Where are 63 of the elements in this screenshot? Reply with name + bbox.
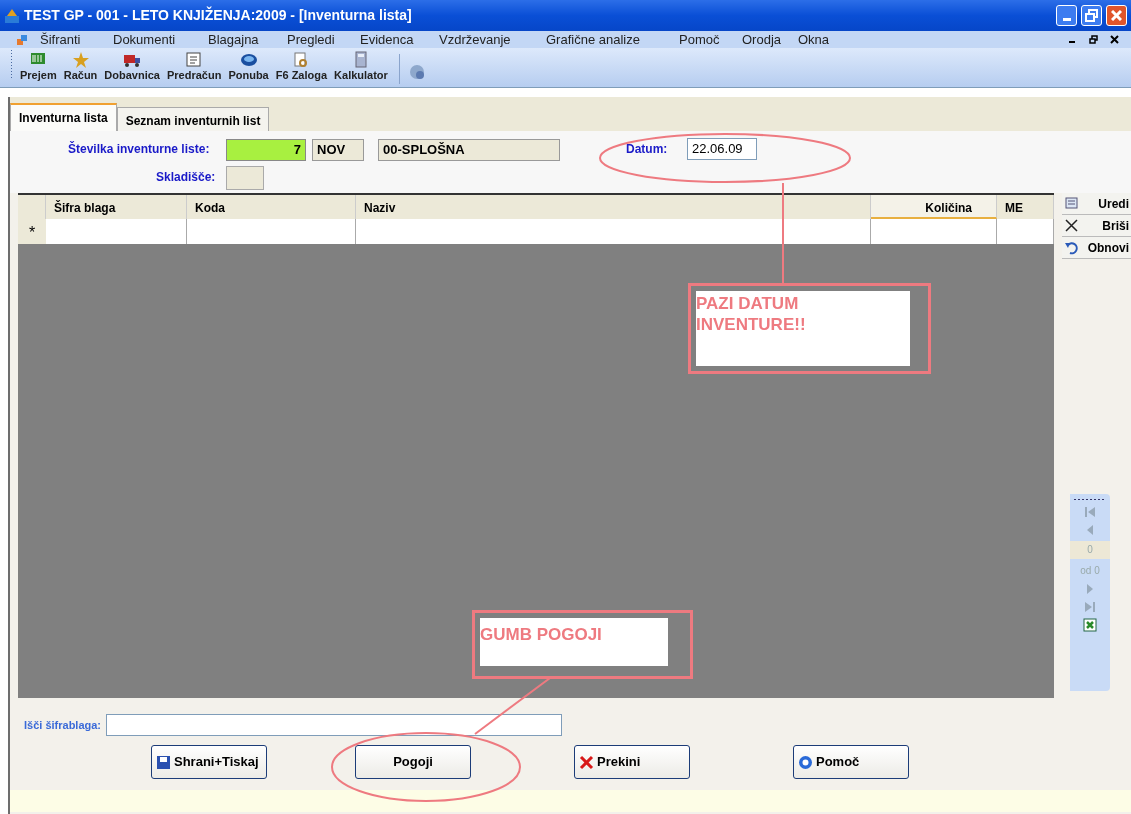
- close-button[interactable]: [1106, 5, 1127, 26]
- restore-icon: [1085, 9, 1098, 22]
- action-button[interactable]: Pomoč: [793, 745, 909, 779]
- column-header[interactable]: Količina: [871, 195, 997, 219]
- action-button[interactable]: Pogoji: [355, 745, 471, 779]
- callout-text: PAZI DATUM INVENTURE!!: [696, 291, 910, 366]
- record-position: 0: [1070, 541, 1110, 559]
- menu-item[interactable]: Okna: [798, 29, 838, 50]
- field-label: Številka inventurne liste:: [68, 140, 210, 158]
- tab[interactable]: Seznam inventurnih list: [116, 107, 270, 131]
- disc-icon: [238, 51, 259, 69]
- toolbar-button[interactable]: Kalkulator: [334, 51, 388, 82]
- menu-item[interactable]: Pomoč: [679, 29, 742, 50]
- menu-item[interactable]: Evidenca: [360, 29, 439, 50]
- toolbar-button[interactable]: Predračun: [166, 51, 222, 82]
- undo-arrow-icon: [1064, 240, 1079, 255]
- help-icon: [798, 754, 813, 770]
- record-total: od 0: [1079, 564, 1101, 578]
- minimize-icon: [1062, 18, 1071, 21]
- menu-item[interactable]: Grafične analize: [546, 29, 679, 50]
- cross-icon: [579, 754, 594, 770]
- toolbar-button[interactable]: Dobavnica: [104, 51, 160, 82]
- last-record-icon: [1084, 600, 1096, 614]
- action-button[interactable]: Prekini: [574, 745, 690, 779]
- restore-button[interactable]: [1081, 5, 1102, 26]
- search-field[interactable]: [106, 714, 563, 736]
- menu-item[interactable]: Šifranti: [40, 29, 113, 50]
- side-button[interactable]: Briši: [1062, 215, 1131, 237]
- menu-item[interactable]: Blagajna: [208, 29, 287, 50]
- close-icon: [1111, 10, 1122, 21]
- group-field: 00-SPLOŠNA: [378, 139, 560, 161]
- field-label: Datum:: [626, 141, 668, 158]
- window-title: TEST GP - 001 - LETO KNJIŽENJA:2009 - [Inventurna lista]: [24, 5, 413, 25]
- date-field[interactable]: 22.06.09: [687, 138, 757, 160]
- status-field: NOV: [312, 139, 364, 161]
- callout-text: GUMB POGOJI: [480, 618, 668, 666]
- app-icon: [4, 7, 20, 24]
- menu-item[interactable]: Orodja: [742, 29, 798, 50]
- edit-icon: [1064, 196, 1079, 211]
- tab[interactable]: Inventurna lista: [10, 103, 117, 131]
- field-label: Skladišče:: [156, 169, 216, 186]
- warehouse-field[interactable]: [226, 166, 264, 190]
- toolbar-button[interactable]: Ponuba: [228, 51, 269, 82]
- spreadsheet-icon: [1083, 618, 1097, 632]
- toolbar-button[interactable]: Račun: [63, 51, 98, 82]
- side-button[interactable]: Uredi: [1062, 193, 1131, 215]
- grip-icon: [1073, 498, 1107, 501]
- cross-icon: [1064, 218, 1079, 233]
- restore-icon: [1089, 35, 1098, 44]
- menu-item[interactable]: Vzdrževanje: [439, 29, 546, 50]
- toolbar-button[interactable]: Prejem: [20, 51, 57, 82]
- search-label: Išči šifrablaga:: [24, 717, 102, 733]
- action-button[interactable]: Shrani+Tiskaj: [151, 745, 267, 779]
- number-field[interactable]: 7: [226, 139, 306, 161]
- toolbar-button[interactable]: F6 Zaloga: [275, 51, 328, 82]
- menu-app-icon: [16, 33, 28, 46]
- minimize-button[interactable]: [1056, 5, 1077, 26]
- menu-item[interactable]: Pregledi: [287, 29, 360, 50]
- menu-item[interactable]: Dokumenti: [113, 29, 208, 50]
- new-row-marker: *: [18, 219, 46, 244]
- close-icon: [1110, 35, 1119, 44]
- first-record-icon: [1084, 505, 1096, 519]
- side-button[interactable]: Obnovi: [1062, 237, 1131, 259]
